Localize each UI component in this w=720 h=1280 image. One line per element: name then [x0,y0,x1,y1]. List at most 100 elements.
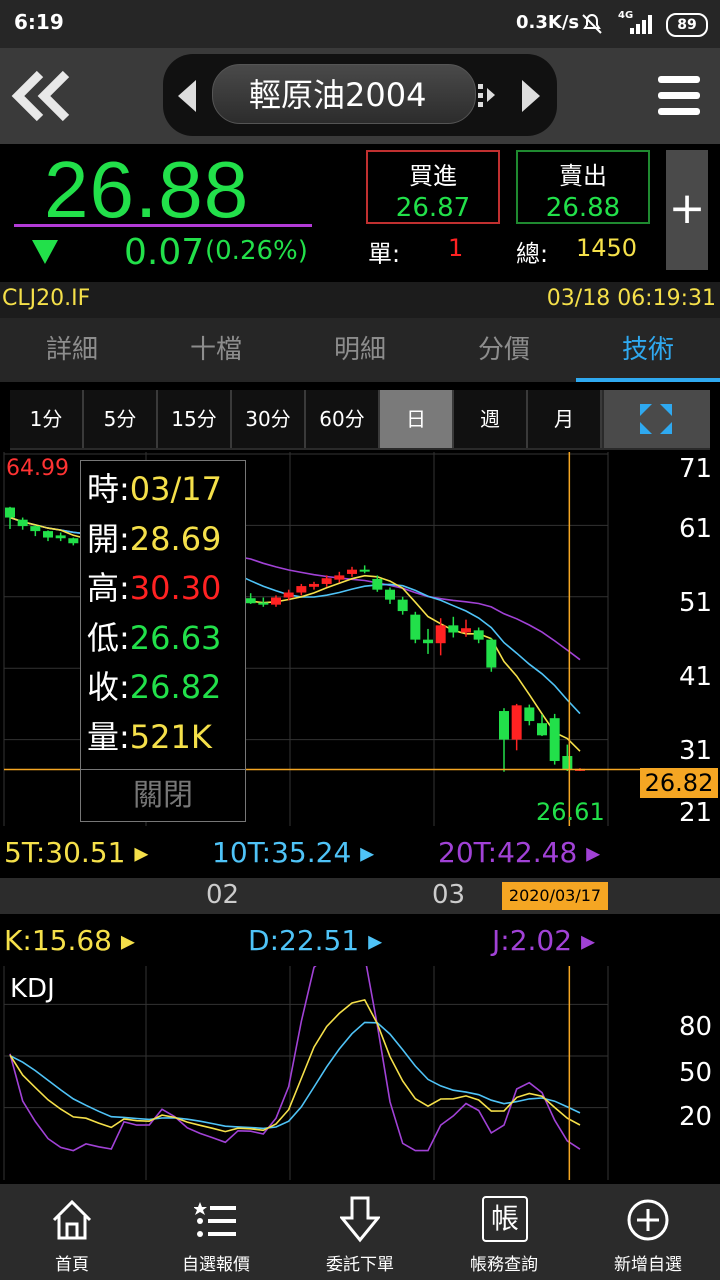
signal-icon [630,15,652,34]
tab-ten-levels[interactable]: 十檔 [144,318,288,382]
current-price-tag: 26.82 [640,768,718,798]
nav-add-watch-label: 新增自選 [614,1255,682,1275]
hamburger-icon[interactable] [656,74,702,118]
ma10-legend: 10T:35.24 ▸ [212,836,375,869]
j-legend: J:2.02 ▸ [492,924,596,957]
nav-account-label: 帳務查詢 [470,1255,538,1275]
bid-box[interactable]: 買進 26.87 [366,150,500,224]
period-week[interactable]: 週 [454,390,528,448]
y-tick-61: 61 [679,514,713,544]
period-1min[interactable]: 1分 [10,390,84,448]
tooltip-open-value: 28.69 [129,519,222,558]
ohlc-tooltip: 時:03/17 開:28.69 高:30.30 低:26.63 收:26.82 … [80,460,246,822]
header: 輕原油2004 [0,48,720,144]
add-button[interactable]: + [666,150,708,270]
battery-icon: 89 [666,13,708,37]
nav-account[interactable]: 帳 帳務查詢 [432,1184,576,1280]
drag-handle-icon[interactable] [476,80,498,110]
tab-ticks[interactable]: 明細 [288,318,432,382]
period-bar: 1分 5分 15分 30分 60分 日 週 月 [10,390,710,450]
ledger-icon: 帳 [482,1196,528,1242]
fullscreen-button[interactable] [604,390,710,448]
price-change: 0.07 [124,232,205,273]
kdj-tick-80: 80 [679,1012,713,1042]
bottom-nav: 首頁 自選報價 委託下單 帳 帳務查詢 新增自選 [0,1184,720,1280]
next-triangle-icon[interactable] [520,78,542,114]
candle-body [435,625,446,644]
chart-max-label: 64.99 [6,456,69,481]
candle-body [68,538,79,544]
period-month[interactable]: 月 [528,390,602,448]
candle-body [448,625,459,633]
candle-body [499,711,509,740]
double-chevron-left-icon[interactable] [10,70,72,122]
prev-triangle-icon[interactable] [176,78,198,114]
candle-body [423,639,433,644]
ask-box[interactable]: 賣出 26.88 [516,150,650,224]
period-30min[interactable]: 30分 [232,390,306,448]
nav-watchlist[interactable]: 自選報價 [144,1184,288,1280]
status-time: 6:19 [14,10,64,34]
candle-body [245,598,256,604]
chart-min-label: 26.61 [536,798,605,826]
tooltip-close-label: 收: [87,668,130,706]
tooltip-close-value: 26.82 [129,668,222,706]
bid-price: 26.87 [395,193,471,223]
candle-body [461,628,471,633]
period-day[interactable]: 日 [380,390,454,448]
kdj-tick-20: 20 [679,1102,713,1132]
nav-home-label: 首頁 [55,1255,89,1275]
candle-body [334,575,345,580]
candle-body [524,707,535,722]
down-triangle-icon [32,240,58,264]
home-icon [52,1199,92,1240]
kdj-chart[interactable] [0,966,720,1180]
price-underline [14,224,312,227]
expand-icon [640,404,672,434]
tooltip-high-label: 高: [87,569,130,607]
y-tick-51: 51 [679,588,713,618]
candle-body [562,756,573,770]
y-tick-31: 31 [679,736,713,766]
tooltip-open-label: 開: [87,519,130,558]
nav-order[interactable]: 委託下單 [288,1184,432,1280]
nav-order-label: 委託下單 [326,1255,394,1275]
candle-body [549,718,560,762]
candle-body [43,531,53,538]
candle-body [410,614,421,640]
candle-body [347,569,357,574]
candle-body [5,507,15,518]
plus-circle-icon [627,1199,669,1241]
last-price: 26.88 [44,145,250,234]
quote-panel: 26.88 0.07 (0.26%) 買進 26.87 賣出 26.88 單: … [0,144,720,282]
candle-body [372,578,383,590]
nav-home[interactable]: 首頁 [0,1184,144,1280]
tooltip-volume-value: 521K [129,717,212,756]
symbol-row: CLJ20.IF 03/18 06:19:31 [0,282,720,318]
tab-bar: 詳細 十檔 明細 分價 技術 [0,318,720,382]
tooltip-close-button[interactable]: 關閉 [81,769,245,822]
page-title-text: 輕原油2004 [249,76,427,114]
candle-body [55,535,66,539]
candle-body [271,597,281,605]
y-tick-21: 21 [679,798,713,828]
d-legend: D:22.51 ▸ [248,924,383,957]
nav-watchlist-label: 自選報價 [182,1255,250,1275]
ask-price: 26.88 [545,193,621,223]
page-title[interactable]: 輕原油2004 [212,64,476,124]
candle-body [309,583,319,587]
candle-body [321,578,332,584]
total-label: 總: [516,240,549,268]
candle-body [30,526,41,532]
candle-body [511,705,522,740]
period-5min[interactable]: 5分 [84,390,158,448]
tab-detail[interactable]: 詳細 [0,318,144,382]
period-60min[interactable]: 60分 [306,390,380,448]
ask-label: 賣出 [559,162,607,190]
period-15min[interactable]: 15分 [158,390,232,448]
ma20-legend: 20T:42.48 ▸ [438,836,601,869]
nav-add-watch[interactable]: 新增自選 [576,1184,720,1280]
tab-technical[interactable]: 技術 [576,318,720,382]
network-speed: 0.3K/s [516,12,580,33]
tab-price-volume[interactable]: 分價 [432,318,576,382]
